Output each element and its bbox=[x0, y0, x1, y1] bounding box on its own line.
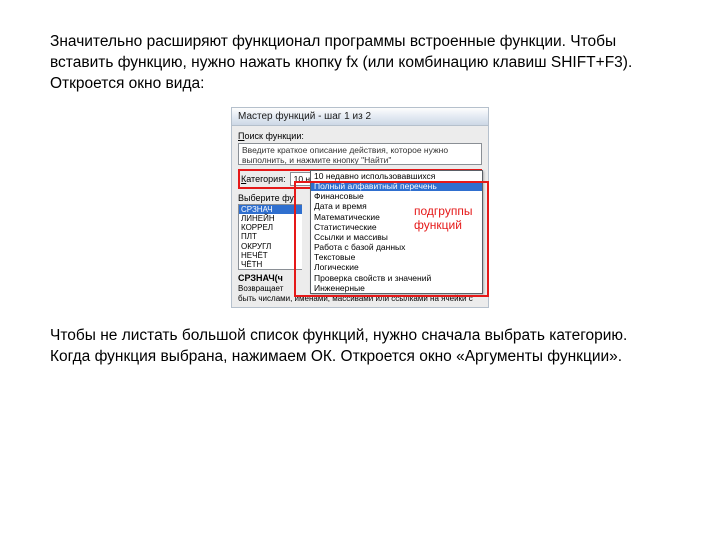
list-item[interactable]: КОРРЕЛ bbox=[239, 223, 302, 232]
search-label: Поиск функции: bbox=[238, 131, 482, 141]
dialog-title: Мастер функций - шаг 1 из 2 bbox=[238, 111, 371, 122]
function-description-2: быть числами, именами, массивами или ссы… bbox=[238, 294, 482, 303]
list-item[interactable]: ОКРУГЛ bbox=[239, 242, 302, 251]
category-label: Категория: bbox=[241, 174, 286, 184]
dropdown-item[interactable]: Логические bbox=[311, 262, 482, 272]
dropdown-item[interactable]: Работа с базой данных bbox=[311, 242, 482, 252]
list-item[interactable]: НЕЧЁТ bbox=[239, 251, 302, 260]
select-function-label: Выберите фу bbox=[238, 193, 294, 203]
list-item[interactable]: СРЗНАЧ bbox=[239, 205, 302, 214]
dropdown-item[interactable]: Текстовые bbox=[311, 252, 482, 262]
list-item[interactable]: ЛИНЕЙН bbox=[239, 214, 302, 223]
list-item[interactable]: ПЛТ bbox=[239, 232, 302, 241]
function-listbox[interactable]: СРЗНАЧ ЛИНЕЙН КОРРЕЛ ПЛТ ОКРУГЛ НЕЧЁТ ЧЁ… bbox=[238, 204, 302, 270]
list-item[interactable]: ЧЁТН bbox=[239, 260, 302, 269]
dropdown-item[interactable]: Финансовые bbox=[311, 191, 482, 201]
dropdown-item[interactable]: Ссылки и массивы bbox=[311, 232, 482, 242]
dropdown-item[interactable]: Проверка свойств и значений bbox=[311, 273, 482, 283]
dialog-screenshot: Мастер функций - шаг 1 из 2 Поиск функци… bbox=[231, 107, 489, 309]
dropdown-item[interactable]: Полный алфавитный перечень bbox=[311, 181, 482, 191]
outro-paragraph-2: Когда функция выбрана, нажимаем ОК. Откр… bbox=[50, 347, 670, 368]
search-input[interactable]: Введите краткое описание действия, котор… bbox=[238, 143, 482, 165]
annotation-label: подгруппы функций bbox=[414, 204, 472, 233]
dropdown-item[interactable]: Инженерные bbox=[311, 283, 482, 293]
intro-paragraph: Значительно расширяют функционал програм… bbox=[50, 32, 670, 95]
outro-paragraph-1: Чтобы не листать большой список функций,… bbox=[50, 326, 670, 347]
dialog-titlebar: Мастер функций - шаг 1 из 2 bbox=[232, 108, 488, 126]
dropdown-item[interactable]: 10 недавно использовавшихся bbox=[311, 171, 482, 181]
